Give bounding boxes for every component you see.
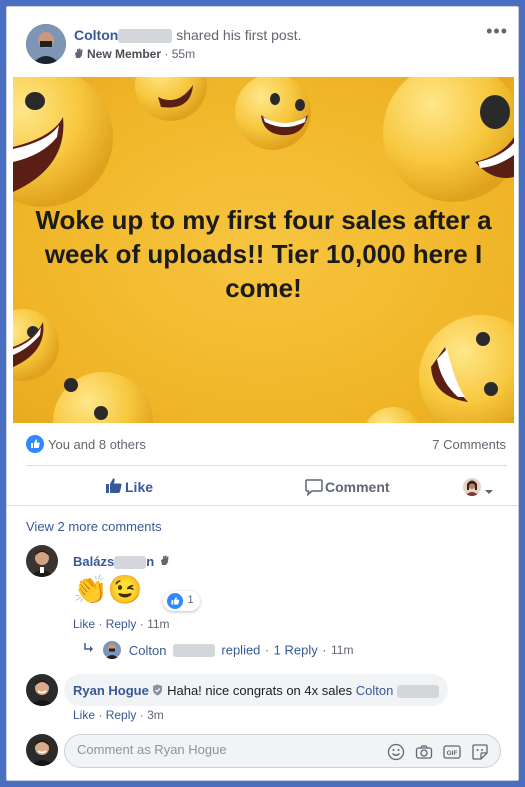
comment-reply-link[interactable]: Reply [106, 617, 137, 631]
post-actions: Like Comment [7, 469, 518, 505]
reply-separator: · [322, 642, 327, 658]
viewer-avatar[interactable] [463, 478, 481, 496]
like-reaction-icon [167, 593, 183, 609]
reactions-summary[interactable]: You and 8 others [48, 437, 146, 452]
admin-shield-icon [152, 684, 163, 699]
like-thumb-icon[interactable] [105, 477, 123, 500]
reactions-bar: You and 8 others 7 Comments [7, 429, 518, 459]
comment-input[interactable] [77, 742, 377, 757]
comment-emojis: 👏😉 [73, 574, 143, 605]
divider [26, 465, 507, 466]
comments-divider [7, 505, 518, 506]
comment-text: Haha! nice congrats on 4x sales [167, 683, 353, 698]
comment-mention[interactable]: Colton [356, 683, 394, 698]
comment-reply-link[interactable]: Reply [106, 708, 137, 722]
chevron-down-icon[interactable] [484, 483, 494, 501]
commenter-avatar[interactable] [26, 674, 58, 706]
waving-hand-icon [159, 553, 171, 571]
reply-arrow-icon [83, 641, 95, 659]
author-avatar[interactable] [26, 24, 66, 64]
comment-button[interactable]: Comment [325, 479, 390, 495]
reply-author-name: Colton [128, 642, 167, 658]
reply-count: 1 Reply [273, 642, 318, 658]
comment-author-line: Balázs n [73, 553, 171, 571]
reply-time: 11m [331, 643, 354, 657]
shared-text: shared his first post. [176, 27, 302, 43]
comment-action-row: Like · Reply · 11m [73, 617, 170, 631]
comment-bubble: Ryan Hogue Haha! nice congrats on 4x sal… [64, 674, 448, 706]
like-reaction-icon[interactable] [26, 435, 44, 453]
sticker-icon[interactable] [471, 743, 489, 761]
post-header: Colton shared his first post. New Member… [7, 7, 518, 75]
commenter-avatar[interactable] [26, 545, 58, 577]
svg-text:GIF: GIF [447, 750, 458, 757]
member-badge: New Member [87, 47, 162, 61]
comment-action-row: Like · Reply · 3m [73, 708, 164, 722]
more-options-icon[interactable]: ••• [486, 21, 508, 42]
comment-author-name[interactable]: Balázs [73, 554, 114, 569]
redacted-name [172, 643, 215, 657]
post-author-line: Colton shared his first post. [74, 27, 302, 44]
comment-composer: GIF [64, 734, 501, 768]
reply-thread[interactable]: Colton replied · 1 Reply · 11m [83, 641, 353, 663]
post-card: Colton shared his first post. New Member… [6, 6, 519, 781]
reply-text: replied [221, 642, 261, 658]
redacted-name [396, 685, 439, 699]
comments-count[interactable]: 7 Comments [432, 437, 506, 452]
comment-like-link[interactable]: Like [73, 708, 95, 722]
view-more-comments-link[interactable]: View 2 more comments [26, 519, 162, 534]
waving-hand-icon [73, 47, 85, 59]
post-image[interactable]: Woke up to my first four sales after a w… [13, 77, 514, 423]
gif-icon[interactable]: GIF [443, 743, 461, 761]
redacted-name [118, 29, 173, 44]
comment-author-name[interactable]: Ryan Hogue [73, 683, 149, 698]
comment-bubble-icon[interactable] [305, 478, 323, 501]
reply-separator: · [264, 642, 270, 658]
post-image-text: Woke up to my first four sales after a w… [35, 205, 492, 303]
comment-like-link[interactable]: Like [73, 617, 95, 631]
comment-reaction-count[interactable]: 1 [163, 591, 200, 611]
post-meta: New Member · 55m [87, 47, 196, 61]
camera-icon[interactable] [415, 743, 433, 761]
like-button[interactable]: Like [125, 479, 153, 495]
redacted-name [114, 555, 147, 569]
emoji-icon[interactable] [387, 743, 405, 761]
reply-author-avatar [103, 641, 122, 659]
post-author-name[interactable]: Colton [74, 27, 118, 43]
post-time[interactable]: 55m [172, 47, 195, 61]
reaction-count: 1 [187, 594, 194, 606]
comment-time[interactable]: 3m [147, 708, 164, 722]
comment-time[interactable]: 11m [147, 617, 169, 631]
comment-author-name-tail[interactable]: n [146, 554, 154, 569]
composer-avatar [26, 734, 58, 766]
